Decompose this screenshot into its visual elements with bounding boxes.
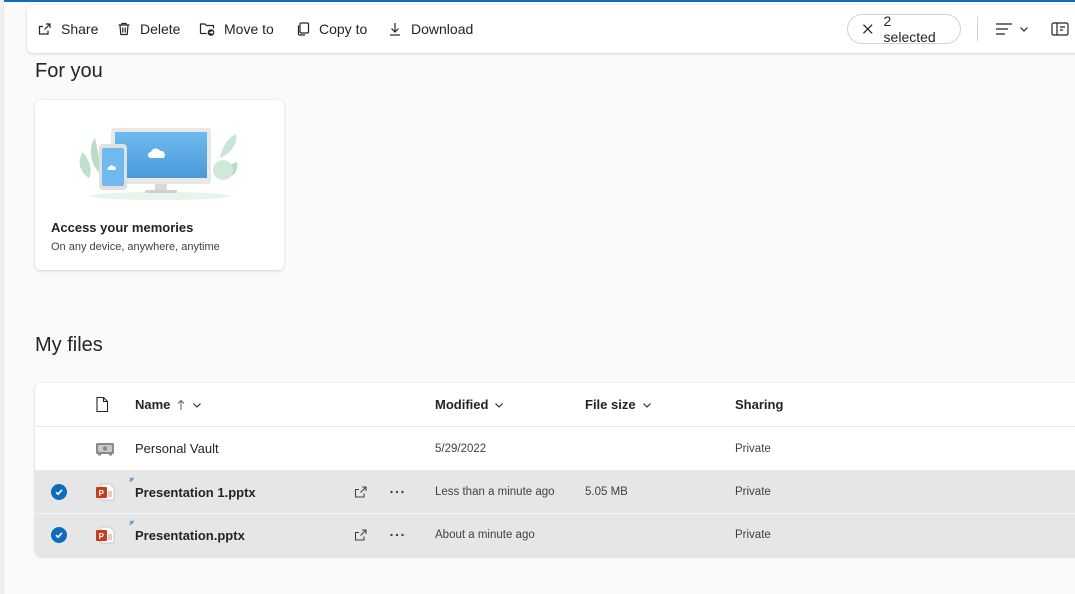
file-sharing: Private — [735, 486, 771, 498]
for-you-heading: For you — [35, 60, 103, 82]
copy-to-button[interactable]: Copy to — [295, 5, 367, 53]
sort-view-button[interactable] — [995, 5, 1029, 53]
trash-icon — [118, 22, 130, 36]
row-more-actions-button[interactable] — [389, 471, 405, 513]
more-horizontal-icon — [390, 533, 404, 537]
vault-icon — [96, 442, 114, 455]
file-modified: About a minute ago — [435, 529, 535, 541]
row-more-actions-button[interactable] — [389, 514, 405, 556]
close-icon — [863, 24, 873, 34]
row-share-button[interactable] — [353, 514, 369, 556]
file-type-column-header[interactable] — [95, 383, 109, 426]
share-icon — [354, 529, 367, 541]
table-row[interactable]: Personal Vault 5/29/2022 Private — [35, 427, 1075, 471]
command-bar: Share Delete Move to Copy to Download 2 … — [27, 5, 1075, 53]
chevron-down-icon — [1020, 27, 1028, 32]
delete-label: Delete — [140, 21, 181, 37]
details-pane-icon — [1051, 22, 1069, 36]
copy-icon — [297, 22, 310, 36]
download-label: Download — [411, 21, 474, 37]
file-sharing: Private — [735, 442, 771, 455]
table-header-row: Name Modified File size Sharing — [35, 383, 1075, 427]
my-files-heading: My files — [35, 334, 103, 356]
file-name[interactable]: Presentation.pptx — [135, 514, 245, 556]
checkmark-icon — [51, 484, 67, 500]
clear-selection-button[interactable]: 2 selected — [847, 13, 961, 45]
share-icon — [38, 23, 51, 35]
chevron-down-icon — [642, 402, 651, 408]
memories-card[interactable]: Access your memories On any device, anyw… — [35, 100, 284, 270]
share-button[interactable]: Share — [37, 5, 98, 53]
file-name[interactable]: Personal Vault — [135, 427, 219, 470]
top-accent-line — [0, 0, 1075, 2]
file-icon-cell: P — [95, 514, 115, 556]
modified-column-label: Modified — [435, 397, 489, 412]
folder-move-icon — [199, 23, 215, 36]
left-rail-edge — [0, 0, 4, 594]
powerpoint-icon: P — [96, 483, 115, 501]
row-checkbox[interactable] — [51, 471, 67, 513]
toolbar-divider — [977, 17, 978, 41]
document-icon — [96, 396, 109, 413]
share-icon — [354, 486, 367, 498]
list-view-icon — [996, 23, 1012, 35]
details-pane-button[interactable] — [1051, 5, 1069, 53]
sharing-column-header[interactable]: Sharing — [735, 383, 783, 426]
download-icon — [390, 23, 400, 36]
copy-to-label: Copy to — [319, 21, 368, 37]
file-name[interactable]: Presentation 1.pptx — [135, 471, 256, 513]
move-to-button[interactable]: Move to — [199, 5, 274, 53]
table-row[interactable]: P Presentation 1.pptx Less than a minute… — [35, 471, 1075, 514]
chevron-down-icon — [193, 402, 202, 408]
download-button[interactable]: Download — [387, 5, 473, 53]
card-title: Access your memories — [51, 220, 194, 235]
file-size-column-label: File size — [585, 397, 636, 412]
file-size-column-header[interactable]: File size — [585, 383, 652, 426]
checkmark-icon — [51, 527, 67, 543]
svg-text:P: P — [99, 532, 105, 541]
file-modified: 5/29/2022 — [435, 442, 487, 455]
delete-button[interactable]: Delete — [116, 5, 180, 53]
sharing-column-label: Sharing — [735, 397, 784, 412]
file-sharing: Private — [735, 529, 771, 541]
file-icon-cell: P — [95, 471, 115, 513]
svg-text:P: P — [99, 489, 105, 498]
share-label: Share — [61, 21, 99, 37]
more-horizontal-icon — [390, 490, 404, 494]
modified-column-header[interactable]: Modified — [435, 383, 504, 426]
card-subtitle: On any device, anywhere, anytime — [51, 241, 220, 253]
selected-count: 2 selected — [883, 13, 936, 45]
name-column-header[interactable]: Name — [135, 383, 202, 426]
file-modified: Less than a minute ago — [435, 486, 555, 498]
sort-ascending-icon — [178, 399, 185, 410]
table-row[interactable]: P Presentation.pptx About a minute ago P… — [35, 514, 1075, 556]
powerpoint-icon: P — [96, 526, 115, 544]
chevron-down-icon — [495, 402, 504, 408]
devices-illustration — [79, 128, 238, 200]
name-column-label: Name — [135, 397, 171, 412]
row-checkbox[interactable] — [51, 514, 67, 556]
files-table: Name Modified File size Sharing Personal… — [35, 383, 1075, 556]
file-size: 5.05 MB — [585, 486, 628, 498]
move-to-label: Move to — [224, 21, 274, 37]
vault-icon-cell — [95, 427, 115, 470]
row-share-button[interactable] — [353, 471, 369, 513]
